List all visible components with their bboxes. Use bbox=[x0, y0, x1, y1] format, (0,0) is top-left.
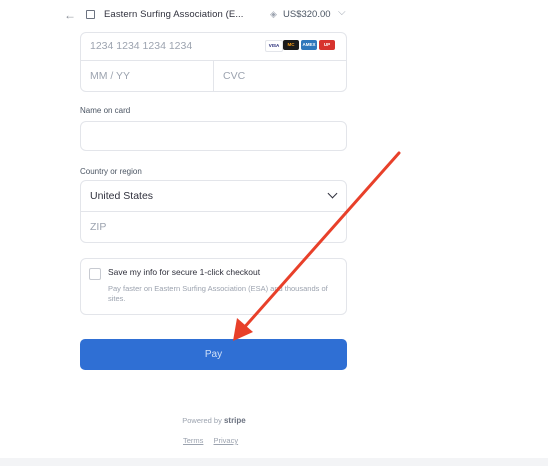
country-label: Country or region bbox=[80, 167, 142, 176]
save-info-box: Save my info for secure 1-click checkout… bbox=[80, 258, 347, 315]
terms-link[interactable]: Terms bbox=[183, 436, 203, 445]
powered-by-stripe[interactable]: Powered by stripe bbox=[0, 416, 428, 425]
powered-by-text: Powered by bbox=[182, 416, 222, 425]
chevron-down-icon[interactable]: ⌵ bbox=[338, 7, 346, 18]
store-name: Eastern Surfing Association (E... bbox=[104, 9, 244, 20]
order-amount: US$320.00 bbox=[283, 9, 331, 20]
arrow-left-icon[interactable]: ← bbox=[64, 8, 76, 22]
save-info-title[interactable]: Save my info for secure 1-click checkout bbox=[108, 267, 260, 277]
tag-icon: ◈ bbox=[270, 9, 277, 19]
privacy-link[interactable]: Privacy bbox=[214, 436, 239, 445]
expiry-placeholder: MM / YY bbox=[90, 70, 131, 82]
card-number-input[interactable]: 1234 1234 1234 1234 VISA MC AMEX UP bbox=[81, 33, 346, 61]
chevron-down-icon bbox=[327, 188, 338, 199]
stripe-logo: stripe bbox=[223, 416, 246, 425]
save-info-checkbox[interactable] bbox=[89, 268, 101, 280]
zip-placeholder: ZIP bbox=[90, 221, 107, 233]
card-details-group: 1234 1234 1234 1234 VISA MC AMEX UP MM /… bbox=[80, 32, 347, 92]
country-zip-group: United States ZIP bbox=[80, 180, 347, 243]
country-selected-value: United States bbox=[90, 190, 154, 202]
unionpay-icon: UP bbox=[319, 40, 335, 50]
cvc-placeholder: CVC bbox=[223, 70, 246, 82]
country-select[interactable]: United States bbox=[81, 181, 346, 212]
save-info-description: Pay faster on Eastern Surfing Associatio… bbox=[108, 284, 328, 303]
name-on-card-label: Name on card bbox=[80, 106, 131, 115]
card-number-placeholder: 1234 1234 1234 1234 bbox=[90, 40, 193, 52]
footer-links: Terms Privacy bbox=[183, 436, 246, 445]
cvc-input[interactable]: CVC bbox=[214, 61, 346, 91]
store-icon bbox=[86, 10, 95, 19]
name-on-card-input[interactable] bbox=[80, 121, 347, 151]
zip-input[interactable]: ZIP bbox=[81, 212, 346, 242]
visa-icon: VISA bbox=[265, 40, 283, 52]
mastercard-icon: MC bbox=[283, 40, 299, 50]
amex-icon: AMEX bbox=[301, 40, 317, 50]
bottom-divider bbox=[0, 458, 548, 466]
expiry-input[interactable]: MM / YY bbox=[81, 61, 214, 91]
checkout-header: ← Eastern Surfing Association (E... ◈ US… bbox=[0, 0, 548, 32]
pay-button[interactable]: Pay bbox=[80, 339, 347, 370]
